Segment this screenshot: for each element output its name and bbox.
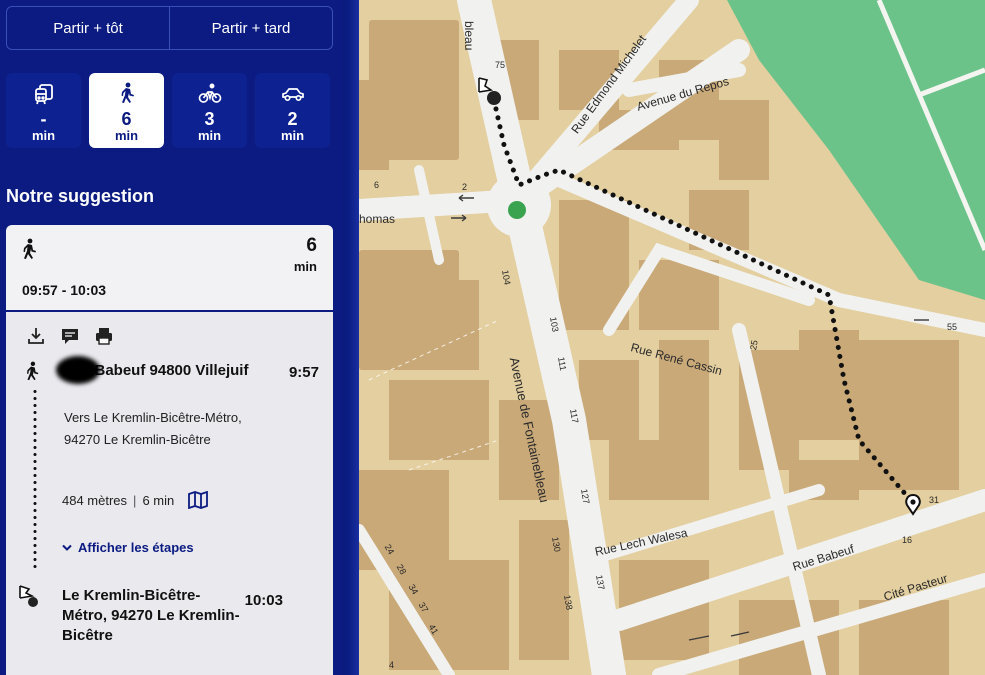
show-steps-toggle[interactable]: Afficher les étapes <box>62 540 194 555</box>
mode-car-value: 2 <box>287 109 298 129</box>
show-steps-label: Afficher les étapes <box>78 540 194 555</box>
redaction-mark <box>56 356 100 384</box>
panel-edge <box>343 0 359 675</box>
suggestion-title: Notre suggestion <box>6 186 155 206</box>
walk-distance: 484 mètres <box>62 492 128 508</box>
street-number: 25 <box>748 339 760 351</box>
mode-walk-unit: min <box>114 128 139 143</box>
mode-bike[interactable]: 3 min <box>172 73 247 148</box>
transit-icon <box>31 81 57 107</box>
map-view[interactable]: bleau Rue Edmond Michelet Avenue du Repo… <box>359 0 985 675</box>
street-number: 4 <box>389 660 395 670</box>
mode-bike-value: 3 <box>204 109 215 129</box>
mode-car-unit: min <box>280 128 305 143</box>
summary-separator: | <box>133 492 137 508</box>
bike-icon <box>197 81 223 107</box>
street-number: 75 <box>495 60 506 70</box>
print-icon[interactable] <box>94 326 114 346</box>
street-number: 55 <box>947 322 958 332</box>
mode-walk[interactable]: 6 min <box>89 73 164 148</box>
depart-earlier-button[interactable]: Partir + tôt <box>7 7 169 49</box>
mode-car[interactable]: 2 min <box>255 73 330 148</box>
itinerary-panel: Partir + tôt Partir + tard - min 6 min 3… <box>0 0 343 675</box>
walk-summary: 484 mètres | 6 min <box>62 491 209 509</box>
map-label-thomas: homas <box>359 212 396 226</box>
mode-transit-unit: min <box>31 128 56 143</box>
mode-bike-unit: min <box>197 128 222 143</box>
suggestion-duration-unit: min <box>293 259 317 274</box>
street-number: 31 <box>929 495 940 505</box>
origin-time: 9:57 <box>288 364 319 381</box>
download-icon[interactable] <box>26 326 46 346</box>
chevron-down-icon <box>62 540 72 555</box>
transport-modes: - min 6 min 3 min 2 min <box>6 73 333 148</box>
suggestion-card-header[interactable]: 6 min 09:57 - 10:03 <box>6 225 333 310</box>
mode-transit[interactable]: - min <box>6 73 81 148</box>
car-icon <box>280 81 306 107</box>
depart-later-button[interactable]: Partir + tard <box>169 7 332 49</box>
walk-duration: 6 min <box>142 492 175 508</box>
route-dotted-line <box>33 388 37 568</box>
street-number: 2 <box>462 182 468 192</box>
destination-time: 10:03 <box>244 592 283 609</box>
direction-text: Vers Le Kremlin-Bicêtre-Métro, 94270 Le … <box>64 410 242 447</box>
suggestion-duration-value: 6 <box>306 235 317 256</box>
destination-flag-icon <box>16 584 42 617</box>
map-label-fontainebleau-top: bleau <box>462 21 476 51</box>
street-number: 6 <box>374 180 380 190</box>
departure-time-switch: Partir + tôt Partir + tard <box>6 6 333 50</box>
mode-transit-value: - <box>40 109 47 129</box>
map-icon[interactable] <box>188 491 209 509</box>
walk-icon <box>114 81 140 107</box>
itinerary-tools <box>26 326 114 346</box>
roundabout-island <box>508 201 526 219</box>
street-number: 111 <box>556 356 569 372</box>
walk-icon <box>22 360 42 389</box>
itinerary-details: Rue Babeuf 94800 Villejuif 9:57 Vers Le … <box>6 312 333 675</box>
suggestion-hours: 09:57 - 10:03 <box>22 282 107 298</box>
walk-icon <box>18 237 40 268</box>
street-number: 16 <box>902 535 913 545</box>
destination-name: Le Kremlin-Bicêtre-Métro, 94270 Le Kreml… <box>62 587 240 644</box>
mode-walk-value: 6 <box>121 109 132 129</box>
comment-icon[interactable] <box>60 326 80 346</box>
